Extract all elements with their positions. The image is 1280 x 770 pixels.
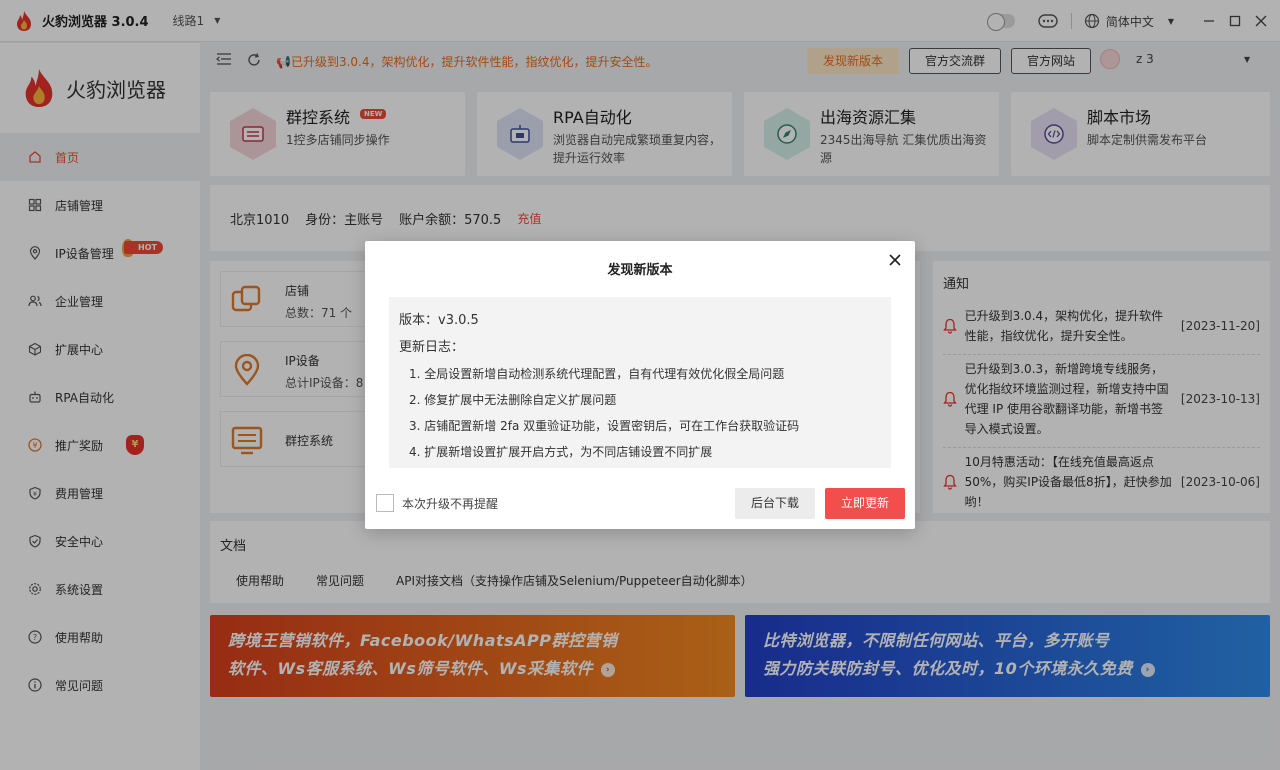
update-now-button[interactable]: 立即更新: [825, 488, 905, 519]
close-icon[interactable]: [887, 253, 903, 269]
changelog-item: 2. 修复扩展中无法删除自定义扩展问题: [409, 393, 617, 407]
dont-remind-label: 本次升级不再提醒: [402, 496, 499, 511]
new-version-dialog: 发现新版本 版本：v3.0.5 更新日志： 1. 全局设置新增自动检测系统代理配…: [365, 241, 915, 529]
dont-remind-row[interactable]: 本次升级不再提醒: [376, 494, 498, 512]
dont-remind-checkbox[interactable]: [376, 494, 394, 512]
changelog-item: 1. 全局设置新增自动检测系统代理配置，自有代理有效优化假全局问题: [409, 367, 785, 381]
changelog-item: 3. 店铺配置新增 2fa 双重验证功能，设置密钥后，可在工作台获取验证码: [409, 419, 800, 433]
version-text: 版本：v3.0.5: [399, 313, 479, 328]
changelog-item: 4. 扩展新增设置扩展开启方式，为不同店铺设置不同扩展: [409, 445, 713, 459]
dialog-title: 发现新版本: [607, 263, 673, 278]
changelog-title: 更新日志：: [399, 340, 465, 355]
background-download-button[interactable]: 后台下载: [735, 488, 815, 519]
changelog-box: 版本：v3.0.5 更新日志： 1. 全局设置新增自动检测系统代理配置，自有代理…: [389, 297, 891, 468]
